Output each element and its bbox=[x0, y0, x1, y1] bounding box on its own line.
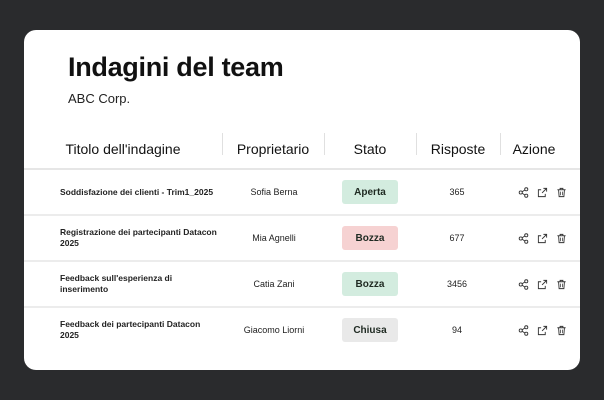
survey-card: Indagini del team ABC Corp. Titolo dell'… bbox=[24, 30, 580, 370]
export-icon[interactable] bbox=[537, 279, 548, 290]
survey-owner: Giacomo Liorni bbox=[243, 325, 305, 335]
column-header-title[interactable]: Titolo dell'indagine bbox=[58, 130, 188, 168]
export-icon[interactable] bbox=[537, 233, 548, 244]
delete-icon[interactable] bbox=[556, 279, 567, 290]
survey-owner: Catia Zani bbox=[253, 279, 295, 289]
column-header-status[interactable]: Stato bbox=[324, 130, 416, 168]
column-header-owner[interactable]: Proprietario bbox=[222, 130, 324, 168]
surveys-table: Titolo dell'indagine Proprietario Stato … bbox=[24, 130, 580, 352]
status-badge: Chiusa bbox=[342, 318, 398, 342]
survey-title: Soddisfazione dei clienti - Trim1_2025 bbox=[60, 186, 214, 197]
survey-title: Registrazione dei partecipanti Datacon 2… bbox=[60, 227, 217, 248]
delete-icon[interactable] bbox=[556, 187, 567, 198]
row-actions bbox=[504, 308, 580, 352]
share-icon[interactable] bbox=[518, 232, 529, 244]
page-title: Indagini del team bbox=[68, 52, 284, 82]
page-subtitle: ABC Corp. bbox=[68, 91, 131, 106]
column-header-action: Azione bbox=[500, 130, 568, 168]
status-cell: Aperta bbox=[326, 170, 414, 214]
row-actions bbox=[504, 262, 580, 306]
status-cell: Bozza bbox=[326, 262, 414, 306]
survey-responses: 3456 bbox=[446, 279, 468, 289]
table-row[interactable]: Registrazione dei partecipanti Datacon 2… bbox=[24, 216, 580, 262]
status-badge: Bozza bbox=[342, 272, 398, 296]
export-icon[interactable] bbox=[537, 325, 548, 336]
delete-icon[interactable] bbox=[556, 233, 567, 244]
survey-owner: Sofia Berna bbox=[250, 187, 298, 197]
survey-title: Feedback sull'esperienza di inserimento bbox=[60, 273, 173, 294]
survey-responses: 677 bbox=[449, 233, 465, 243]
share-icon[interactable] bbox=[518, 278, 529, 290]
export-icon[interactable] bbox=[537, 187, 548, 198]
survey-owner: Mia Agnelli bbox=[252, 233, 296, 243]
share-icon[interactable] bbox=[518, 186, 529, 198]
row-actions bbox=[504, 170, 580, 214]
survey-responses: 94 bbox=[451, 325, 462, 335]
status-badge: Bozza bbox=[342, 226, 398, 250]
row-actions bbox=[504, 216, 580, 260]
survey-title: Feedback dei partecipanti Datacon 2025 bbox=[60, 319, 201, 340]
table-row[interactable]: Soddisfazione dei clienti - Trim1_2025 S… bbox=[24, 170, 580, 216]
share-icon[interactable] bbox=[518, 324, 529, 336]
status-cell: Bozza bbox=[326, 216, 414, 260]
survey-responses: 365 bbox=[449, 187, 465, 197]
column-header-responses[interactable]: Risposte bbox=[416, 130, 500, 168]
table-row[interactable]: Feedback sull'esperienza di inserimento … bbox=[24, 262, 580, 308]
status-badge: Aperta bbox=[342, 180, 398, 204]
status-cell: Chiusa bbox=[326, 308, 414, 352]
table-row[interactable]: Feedback dei partecipanti Datacon 2025 G… bbox=[24, 308, 580, 352]
delete-icon[interactable] bbox=[556, 325, 567, 336]
table-header: Titolo dell'indagine Proprietario Stato … bbox=[24, 130, 580, 170]
